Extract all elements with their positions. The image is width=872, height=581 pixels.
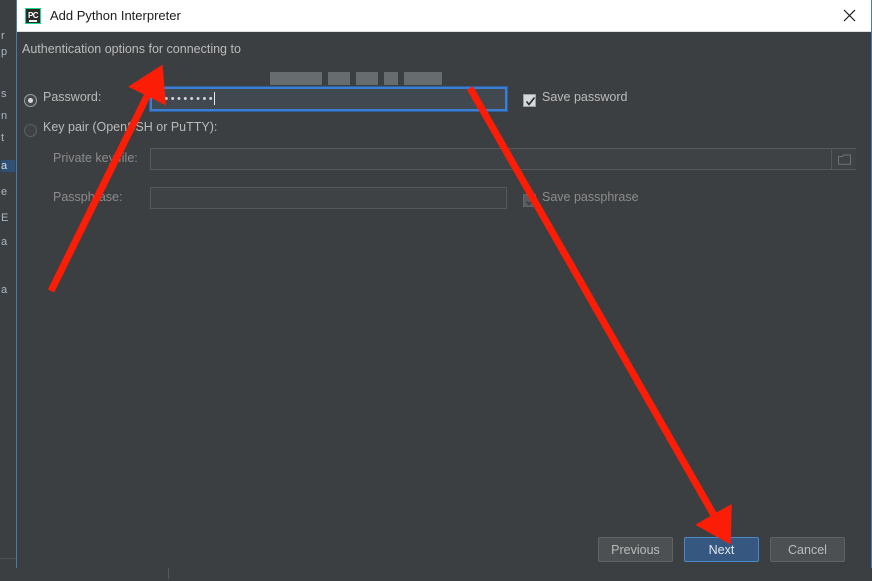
key-pair-label: Key pair (OpenSSH or PuTTY): bbox=[43, 120, 218, 134]
auth-header-label: Authentication options for connecting to bbox=[22, 42, 241, 56]
radio-key-pair[interactable] bbox=[24, 124, 37, 137]
checkbox-save-password[interactable] bbox=[523, 94, 536, 107]
bg-text-fragment: a bbox=[1, 284, 8, 296]
radio-password[interactable] bbox=[24, 94, 37, 107]
dialog-title-bar: PC Add Python Interpreter bbox=[17, 0, 871, 32]
private-key-file-label: Private key file: bbox=[53, 151, 138, 165]
password-label: Password: bbox=[43, 90, 102, 104]
pycharm-icon: PC bbox=[25, 7, 41, 24]
dialog-content: Authentication options for connecting to… bbox=[17, 32, 871, 568]
bg-text-fragment-selected: a bbox=[1, 160, 15, 172]
private-key-file-input[interactable] bbox=[150, 148, 856, 170]
bg-text-fragment: s bbox=[1, 88, 7, 100]
checkbox-save-passphrase[interactable] bbox=[523, 194, 536, 207]
bg-text-fragment: n bbox=[1, 110, 8, 122]
bg-text-fragment: t bbox=[1, 132, 5, 144]
cancel-button[interactable]: Cancel bbox=[770, 537, 845, 562]
save-password-label: Save password bbox=[542, 90, 628, 104]
bg-text-fragment: p bbox=[1, 46, 8, 58]
background-ide-left-strip: r p s n t a e E a a bbox=[0, 0, 17, 581]
close-icon[interactable] bbox=[827, 0, 871, 30]
add-python-interpreter-dialog: PC Add Python Interpreter Authentication… bbox=[16, 0, 872, 568]
bg-text-fragment: e bbox=[1, 186, 8, 198]
bg-text-fragment: E bbox=[1, 212, 9, 224]
passphrase-input[interactable] bbox=[150, 187, 507, 209]
passphrase-label: Passphrase: bbox=[53, 190, 123, 204]
previous-button[interactable]: Previous bbox=[598, 537, 673, 562]
password-masked-value: ••••••••• bbox=[158, 93, 216, 105]
folder-icon[interactable] bbox=[831, 149, 856, 169]
next-button[interactable]: Next bbox=[684, 537, 759, 562]
bg-text-fragment: a bbox=[1, 236, 8, 248]
dialog-title: Add Python Interpreter bbox=[50, 8, 181, 23]
bg-text-fragment: r bbox=[1, 30, 5, 42]
text-caret bbox=[214, 92, 215, 105]
redacted-hostname bbox=[270, 72, 445, 86]
screenshot-root: r p s n t a e E a a PC Add Python Interp… bbox=[0, 0, 872, 581]
password-input[interactable]: ••••••••• bbox=[150, 87, 507, 111]
save-passphrase-label: Save passphrase bbox=[542, 190, 639, 204]
